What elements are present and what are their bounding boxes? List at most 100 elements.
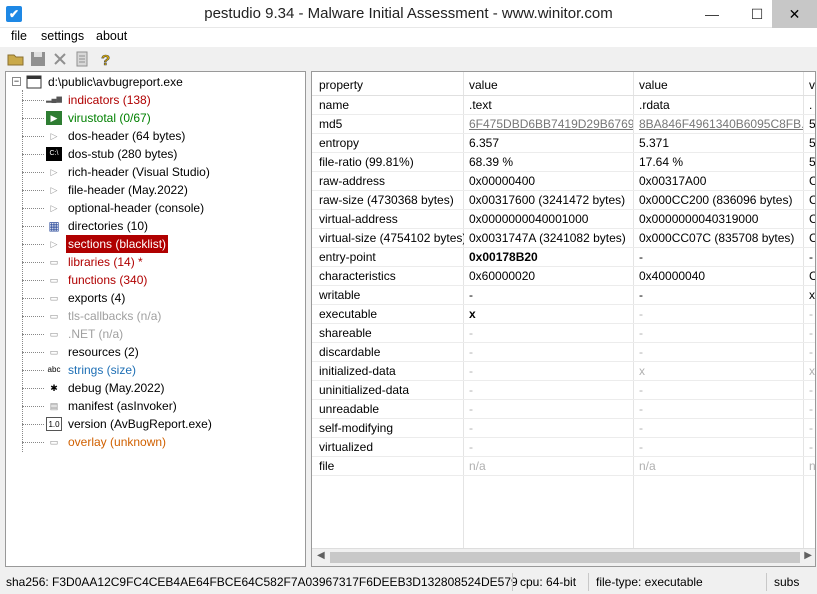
- table-row[interactable]: virtual-size (4754102 bytes) 0x0031747A (…: [312, 229, 815, 248]
- menu-about[interactable]: about: [96, 29, 127, 43]
- save-icon[interactable]: [29, 50, 47, 68]
- close-button[interactable]: ✕: [772, 0, 817, 28]
- table-row[interactable]: unreadable - - -: [312, 400, 815, 419]
- table-row[interactable]: file n/a n/a n: [312, 457, 815, 476]
- property-cell: virtual-size (4754102 bytes): [319, 231, 464, 245]
- collapse-icon[interactable]: −: [12, 77, 21, 86]
- table-row[interactable]: entropy 6.357 5.371 5: [312, 134, 815, 153]
- value-cell-3: C: [809, 174, 815, 188]
- property-cell: md5: [319, 117, 343, 131]
- table-row[interactable]: entry-point 0x00178B20 - -: [312, 248, 815, 267]
- minimize-button[interactable]: —: [697, 0, 727, 28]
- value-cell-1: 0x0000000040001000: [469, 212, 589, 226]
- tree-item[interactable]: ▭ .NET (n/a): [22, 325, 301, 343]
- tree-item[interactable]: ▷ rich-header (Visual Studio): [22, 163, 301, 181]
- menu-file[interactable]: file: [11, 29, 27, 43]
- value-cell-1: 68.39 %: [469, 155, 514, 169]
- document-icon[interactable]: [73, 50, 91, 68]
- tree-item[interactable]: ▤ manifest (asInvoker): [22, 397, 301, 415]
- tree-item-label: indicators (138): [68, 93, 151, 107]
- tree-item[interactable]: ▭ libraries (14) *: [22, 253, 301, 271]
- tree-item-label: manifest (asInvoker): [68, 399, 177, 413]
- table-row[interactable]: writable - - x: [312, 286, 815, 305]
- value-cell-1: 0x00000400: [469, 174, 536, 188]
- overlay-icon: ▭: [49, 437, 59, 447]
- scrollbar-thumb[interactable]: [330, 552, 800, 563]
- column-header-value-3[interactable]: v: [809, 78, 815, 92]
- table-row[interactable]: name .text .rdata.: [312, 96, 815, 115]
- tree-item[interactable]: ▶ virustotal (0/67): [22, 109, 301, 127]
- value-cell-1: 0x00317600 (3241472 bytes): [469, 193, 626, 207]
- table-row[interactable]: raw-size (4730368 bytes) 0x00317600 (3241…: [312, 191, 815, 210]
- tree-item-label: strings (size): [68, 363, 137, 377]
- value-cell-3: C: [809, 269, 815, 283]
- property-cell: shareable: [319, 326, 372, 340]
- property-cell: uninitialized-data: [319, 383, 410, 397]
- value-cell-3: -: [809, 326, 813, 340]
- table-row[interactable]: uninitialized-data - - -: [312, 381, 815, 400]
- column-header-property[interactable]: property: [319, 78, 464, 92]
- tree-item[interactable]: ▭ overlay (unknown): [22, 433, 301, 451]
- menu-settings[interactable]: settings: [41, 29, 84, 43]
- tree-item-label: optional-header (console): [68, 201, 205, 215]
- filetype-status: file-type: executable: [596, 575, 703, 589]
- tree-item[interactable]: ▭ exports (4): [22, 289, 301, 307]
- expand-arrow-icon: ▷: [50, 167, 58, 177]
- table-row[interactable]: virtual-address 0x0000000040001000 0x00000…: [312, 210, 815, 229]
- horizontal-scrollbar[interactable]: ◀ ▶: [312, 548, 815, 566]
- tree-item[interactable]: ▷ dos-header (64 bytes): [22, 127, 301, 145]
- tree-item[interactable]: ▷ sections (blacklist): [22, 235, 301, 253]
- column-header-value-2[interactable]: value: [639, 78, 803, 92]
- value-cell-2: -: [639, 288, 643, 302]
- scroll-left-icon[interactable]: ◀: [317, 550, 325, 561]
- table-row[interactable]: initialized-data - x x: [312, 362, 815, 381]
- table-row[interactable]: characteristics 0x60000020 0x40000040 C: [312, 267, 815, 286]
- table-row[interactable]: discardable - - -: [312, 343, 815, 362]
- tree-item-label: resources (2): [68, 345, 139, 359]
- value-cell-2: 0x0000000040319000: [639, 212, 759, 226]
- value-cell-2: -: [639, 345, 643, 359]
- console-icon: C:\: [46, 147, 62, 161]
- table-row[interactable]: raw-address 0x00000400 0x00317A00 C: [312, 172, 815, 191]
- help-icon[interactable]: ?: [97, 50, 115, 68]
- value-cell-1: 6.357: [469, 136, 500, 150]
- close-file-icon[interactable]: [51, 50, 69, 68]
- value-cell-1: -: [469, 288, 473, 302]
- table-row[interactable]: file-ratio (99.81%) 68.39 % 17.64 % 5: [312, 153, 815, 172]
- table-row[interactable]: executable x - -: [312, 305, 815, 324]
- tree-item-label: debug (May.2022): [68, 381, 165, 395]
- column-header-value-1[interactable]: value: [469, 78, 633, 92]
- value-cell-1: -: [469, 326, 473, 340]
- table-row[interactable]: virtualized - - -: [312, 438, 815, 457]
- value-cell-2: -: [639, 326, 643, 340]
- tree-root[interactable]: − d:\public\avbugreport.exe: [12, 73, 292, 91]
- sha256-status: sha256: F3D0AA12C9FC4CEB4AE64FBCE64C582F…: [6, 575, 518, 589]
- tree-item[interactable]: abc strings (size): [22, 361, 301, 379]
- tree-item[interactable]: C:\ dos-stub (280 bytes): [22, 145, 301, 163]
- tree-item[interactable]: ▭ tls-callbacks (n/a): [22, 307, 301, 325]
- tree-panel[interactable]: − d:\public\avbugreport.exe ▂▄▆ indicator…: [5, 71, 306, 567]
- tree-item[interactable]: ▷ optional-header (console): [22, 199, 301, 217]
- open-folder-icon[interactable]: [7, 50, 25, 68]
- tree-item[interactable]: ▷ file-header (May.2022): [22, 181, 301, 199]
- maximize-button[interactable]: ☐: [742, 0, 772, 28]
- tree-item-label: sections (blacklist): [66, 235, 169, 253]
- window-title: pestudio 9.34 - Malware Initial Assessme…: [204, 5, 613, 22]
- tree-item[interactable]: ▭ functions (340): [22, 271, 301, 289]
- subsystem-status: subs: [774, 575, 800, 589]
- value-cell-2: 17.64 %: [639, 155, 684, 169]
- scroll-right-icon[interactable]: ▶: [804, 550, 812, 561]
- tree-item[interactable]: 1.0 version (AvBugReport.exe): [22, 415, 301, 433]
- tree-item[interactable]: ▂▄▆ indicators (138): [22, 91, 301, 109]
- virustotal-icon: ▶: [46, 111, 62, 125]
- tree-item[interactable]: ✱ debug (May.2022): [22, 379, 301, 397]
- property-cell: entry-point: [319, 250, 376, 264]
- tree-item-label: rich-header (Visual Studio): [68, 165, 210, 179]
- callback-icon: ▭: [49, 311, 59, 321]
- tree-item[interactable]: ▭ resources (2): [22, 343, 301, 361]
- table-row[interactable]: self-modifying - - -: [312, 419, 815, 438]
- table-row[interactable]: md5 6F475DBD6BB7419D29B6769... 8BA846F4961…: [312, 115, 815, 134]
- tree-item[interactable]: ▦ directories (10): [22, 217, 301, 235]
- table-row[interactable]: shareable - - -: [312, 324, 815, 343]
- svg-text:?: ?: [101, 52, 110, 68]
